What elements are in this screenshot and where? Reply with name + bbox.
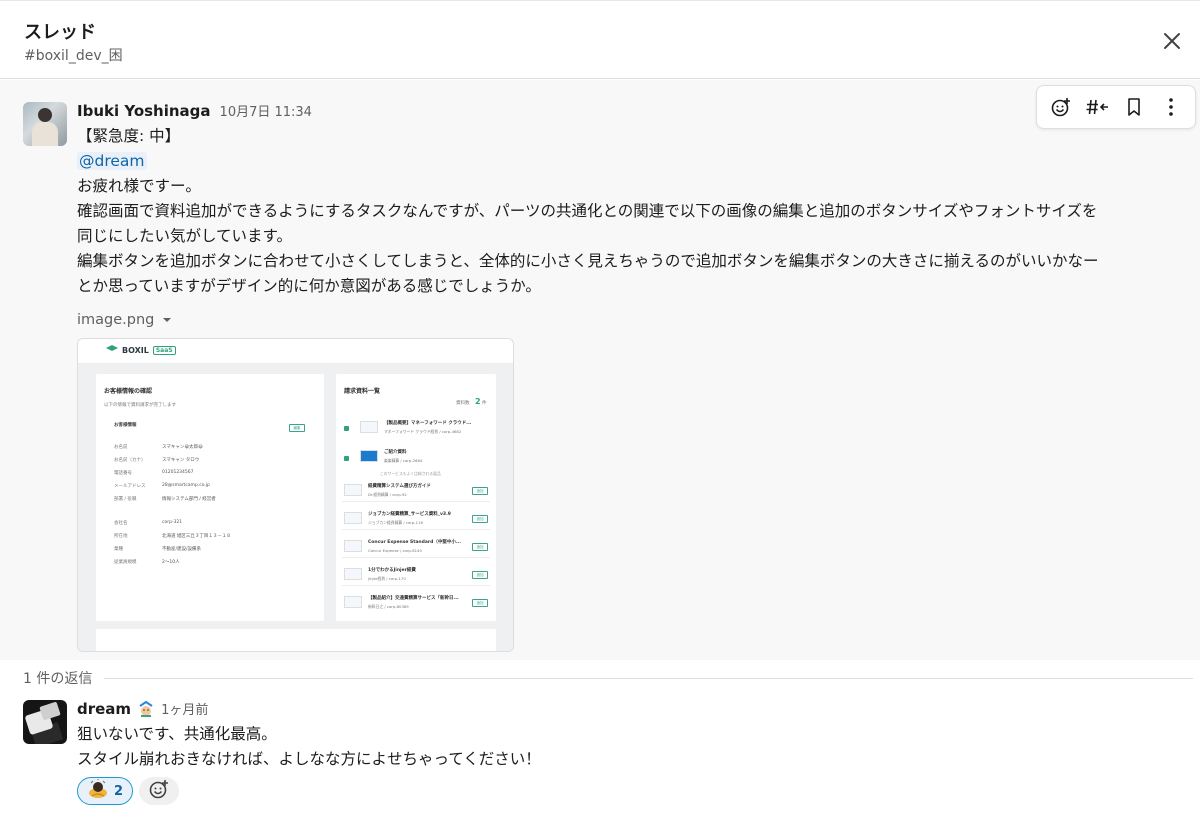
author-name[interactable]: dream <box>77 700 131 718</box>
message-line: 【緊急度: 中】 <box>77 127 181 145</box>
message-line: @dream <box>77 149 1197 174</box>
replies-divider: 1 件の返信 <box>23 668 1193 688</box>
boxil-logo: BOXIL SaaS <box>106 345 176 355</box>
timestamp[interactable]: 1ヶ月前 <box>161 699 208 718</box>
message-line: 狙いないです、共通化最高。 <box>77 725 277 743</box>
bookmark-icon[interactable] <box>1119 92 1149 122</box>
timestamp[interactable]: 10月7日 11:34 <box>220 101 312 120</box>
message-line: お疲れ様ですー。 <box>77 177 201 195</box>
mock-documents-card: 請求資料一覧 資料数 2 件 【製品概要】マネーフォワード クラウド... マネ… <box>336 374 496 621</box>
message-line: 同じにしたい気がしています。 <box>77 227 292 245</box>
message-line: 編集ボタンを追加ボタンに合わせて小さくしてしまうと、全体的に小さく見えちゃうので… <box>77 252 1099 270</box>
reply-text: 狙いないです、共通化最高。 スタイル崩れおきなければ、よしなな方によせちゃってく… <box>77 722 541 772</box>
bow-emoji-icon <box>87 779 109 803</box>
avatar[interactable] <box>23 700 67 744</box>
reply-header: dream 1ヶ月前 <box>77 699 208 719</box>
message-line: 確認画面で資料追加ができるようにするタスクなんですが、パーツの共通化との関連で以… <box>77 202 1098 220</box>
reaction-bow[interactable]: 2 <box>77 777 134 805</box>
add-reaction-icon[interactable] <box>1046 92 1076 122</box>
close-icon[interactable] <box>1158 27 1186 55</box>
reaction-count: 2 <box>114 783 124 799</box>
avatar[interactable] <box>23 102 67 146</box>
message-actions-toolbar <box>1036 85 1196 129</box>
reply-count: 1 件の返信 <box>23 671 93 687</box>
file-name[interactable]: image.png <box>77 312 172 328</box>
user-mention[interactable]: @dream <box>77 152 147 170</box>
caret-down-icon[interactable] <box>162 312 172 328</box>
message-line: スタイル崩れおきなければ、よしなな方によせちゃってください！ <box>77 750 541 768</box>
message-line: とか思っていますがデザイン的に何か意図がある感じでしょうか。 <box>77 277 541 295</box>
parent-message: Ibuki Yoshinaga 10月7日 11:34 【緊急度: 中】 @dr… <box>0 80 1200 660</box>
add-reaction-icon <box>148 778 170 804</box>
image-attachment[interactable]: BOXIL SaaS お客様情報の確認 以下の情報で資料請求が完了します お客様… <box>77 338 514 652</box>
channel-link[interactable]: #boxil_dev_困 <box>24 45 123 65</box>
author-name[interactable]: Ibuki Yoshinaga <box>77 102 211 120</box>
message-text: 【緊急度: 中】 @dream お疲れ様ですー。 確認画面で資料追加ができるよう… <box>77 124 1197 299</box>
thread-header: スレッド #boxil_dev_困 <box>0 0 1200 79</box>
reply-in-channel-icon[interactable] <box>1083 92 1113 122</box>
file-name-text: image.png <box>77 312 155 328</box>
mock-customer-card: お客様情報の確認 以下の情報で資料請求が完了します お客様情報 編集 お名前 ス… <box>96 374 324 621</box>
page-title: スレッド <box>24 22 96 43</box>
status-emoji-icon[interactable] <box>137 700 155 718</box>
add-reaction-button[interactable] <box>139 777 180 805</box>
reactions-bar: 2 <box>77 777 180 805</box>
more-actions-icon[interactable] <box>1156 92 1186 122</box>
message-header: Ibuki Yoshinaga 10月7日 11:34 <box>77 101 312 120</box>
mock-header: BOXIL SaaS <box>78 339 513 364</box>
